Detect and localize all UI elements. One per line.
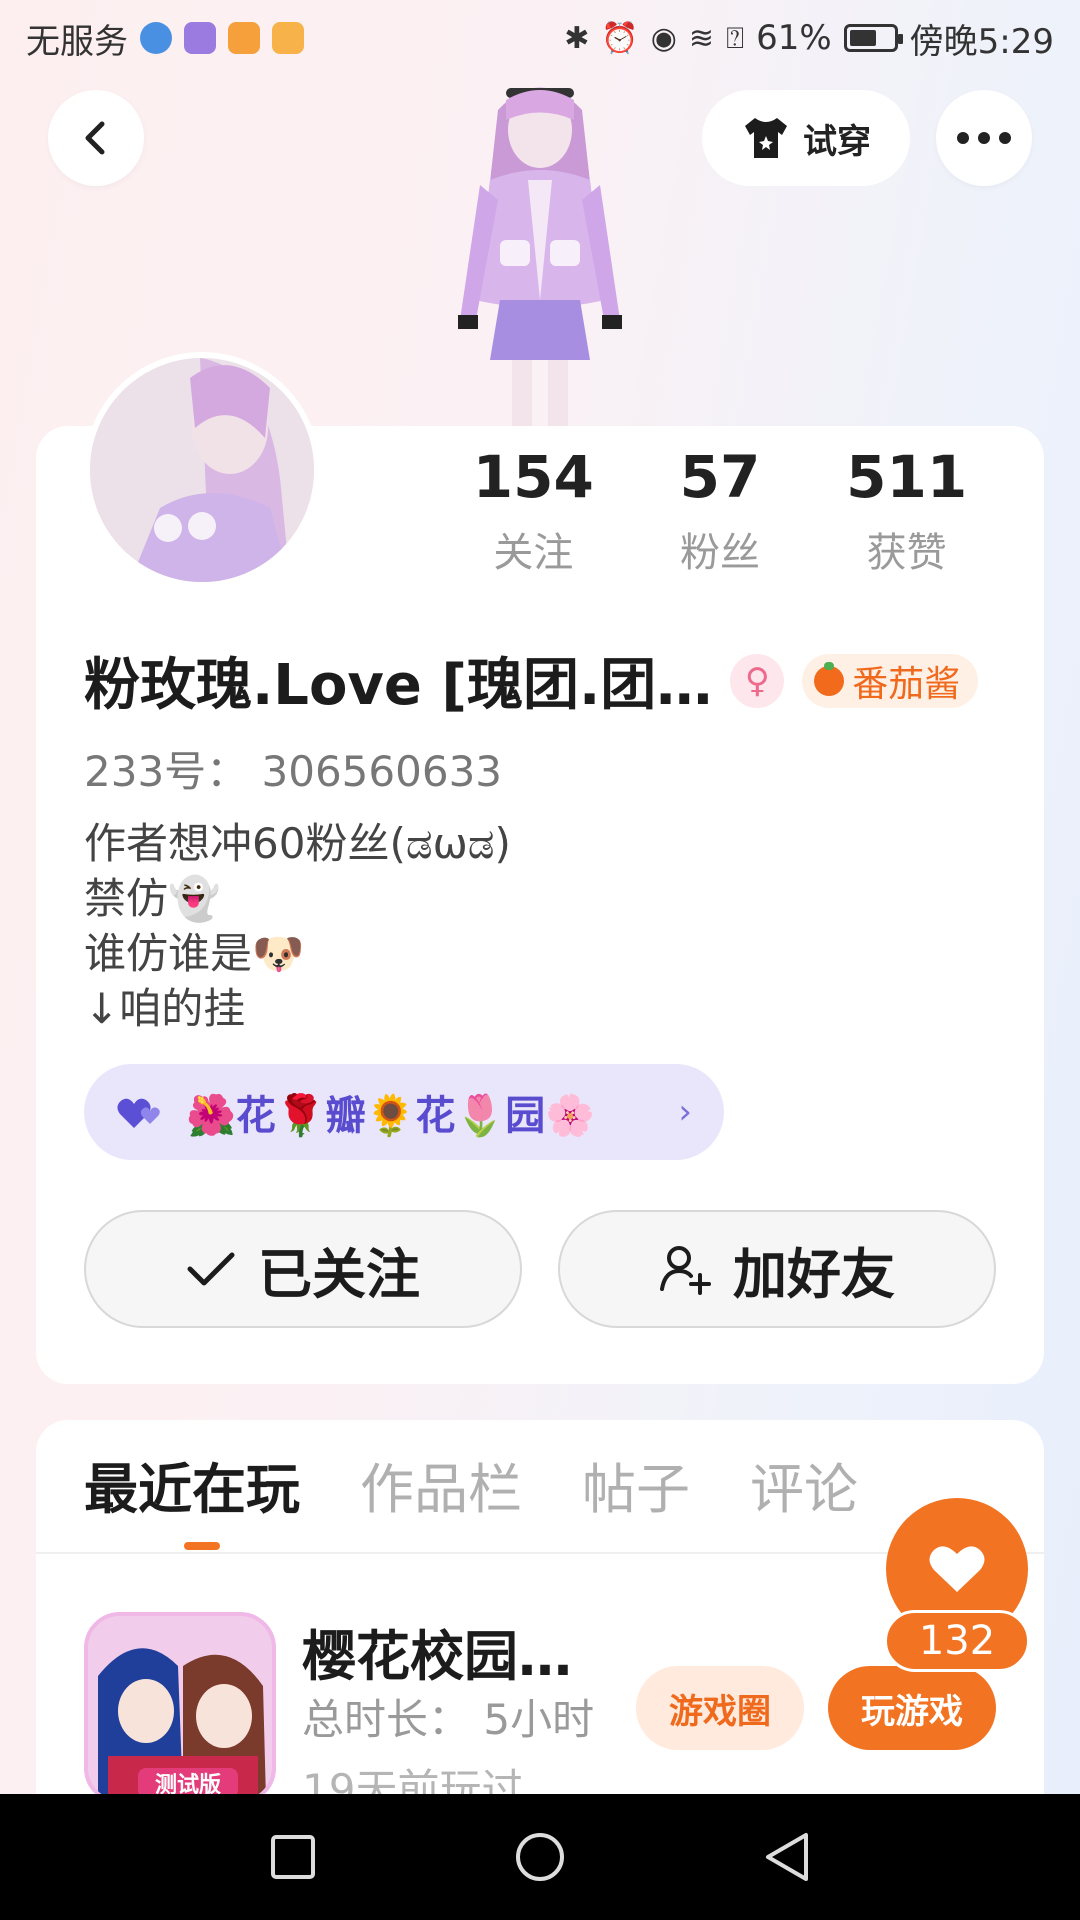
avatar-character-illustration[interactable] (420, 70, 660, 430)
stat-label: 粉丝 (680, 530, 760, 576)
stat-fans[interactable]: 57 粉丝 (627, 440, 814, 578)
check-icon (187, 1252, 235, 1286)
bio-line: ↓咱的挂 (84, 984, 246, 1033)
alarm-icon: ⏰ (601, 20, 639, 56)
heart-icon (929, 1546, 985, 1592)
game-icon[interactable]: 测试版 (84, 1612, 276, 1804)
avatar-image (90, 358, 314, 582)
bio-line: 谁仿谁是🐶 (84, 929, 305, 978)
clock-time: 傍晚5:29 (909, 21, 1054, 62)
user-id[interactable]: 233号： 306560633 (84, 738, 502, 799)
bluetooth-icon: ✱ (564, 20, 590, 56)
stat-value: 57 (679, 443, 761, 511)
game-icon-art: 测试版 (88, 1616, 272, 1800)
user-tag-label: 番茄酱 (852, 663, 961, 705)
tab-works[interactable]: 作品栏 (360, 1452, 522, 1528)
hearts-icon (117, 1098, 160, 1128)
stat-label: 关注 (493, 530, 574, 576)
stat-following[interactable]: 154 关注 (440, 440, 627, 578)
bio-line: 禁仿👻 (84, 874, 221, 923)
following-button[interactable]: 已关注 (84, 1210, 522, 1328)
bio-line: 作者想冲60粉丝(ಡωಡ) (84, 819, 511, 868)
tab-comments[interactable]: 评论 (750, 1452, 858, 1528)
try-on-button[interactable]: 试穿 (702, 90, 910, 186)
following-label: 已关注 (258, 1242, 420, 1306)
game-playtime: 总时长： 5小时 (302, 1695, 595, 1744)
female-gender-icon: ♀ (730, 653, 785, 708)
tshirt-icon (745, 118, 787, 158)
group-link[interactable]: 🌺花🌹瓣🌻花🌷园🌸 › (84, 1064, 724, 1160)
circle-icon (515, 1833, 564, 1881)
carrier-text: 无服务 (26, 21, 128, 62)
wifi-icon: ≋ (688, 20, 715, 56)
like-count: 132 (884, 1610, 1030, 1672)
battery-icon (843, 24, 903, 52)
stat-value: 511 (846, 443, 968, 511)
bio: 作者想冲60粉丝(ಡωಡ) 禁仿👻 谁仿谁是🐶 ↓咱的挂 (84, 816, 511, 1036)
profile-avatar[interactable] (84, 352, 320, 588)
game-app-icon (272, 22, 304, 54)
browser-app-icon (140, 22, 172, 54)
alert-icon: ⍰ (726, 20, 745, 56)
status-right: ✱ ⏰ ◉ ≋ ⍰ 61% 傍晚5:29 (564, 14, 1054, 63)
game-circle-button[interactable]: 游戏圈 (636, 1666, 804, 1750)
user-tag-badge[interactable]: 番茄酱 (802, 653, 979, 708)
video-app-icon (228, 22, 260, 54)
home-nav-button[interactable] (500, 1817, 580, 1897)
status-left: 无服务 (26, 14, 304, 63)
add-friend-button[interactable]: 加好友 (558, 1210, 996, 1328)
eye-comfort-icon: ◉ (650, 20, 677, 56)
tab-recently-played[interactable]: 最近在玩 (84, 1452, 300, 1528)
try-on-label: 试穿 (803, 121, 871, 162)
system-nav-bar (0, 1794, 1080, 1920)
add-friend-label: 加好友 (733, 1242, 895, 1306)
recents-nav-button[interactable] (253, 1817, 333, 1897)
back-button[interactable] (48, 90, 144, 186)
more-button[interactable] (936, 90, 1032, 186)
status-bar: 无服务 ✱ ⏰ ◉ ≋ ⍰ 61% 傍晚5:29 (0, 0, 1080, 76)
profile-tabs: 最近在玩 作品栏 帖子 评论 (84, 1452, 858, 1528)
username: 粉玫瑰.Love [瑰团.团… (84, 653, 713, 718)
stat-value: 154 (472, 443, 594, 511)
more-dots-icon (957, 132, 1011, 144)
profile-stats: 154 关注 57 粉丝 511 获赞 (440, 440, 1000, 578)
tab-posts[interactable]: 帖子 (582, 1452, 690, 1528)
user-plus-icon (660, 1246, 711, 1295)
stat-label: 获赞 (866, 530, 947, 576)
back-nav-button[interactable] (747, 1817, 827, 1897)
play-game-button[interactable]: 玩游戏 (828, 1666, 996, 1750)
triangle-back-icon (765, 1833, 808, 1881)
group-name: 🌺花🌹瓣🌻花🌷园🌸 (186, 1093, 596, 1139)
chevron-left-icon (85, 121, 105, 155)
active-tab-indicator (184, 1542, 220, 1550)
battery-percent: 61% (756, 18, 832, 58)
name-row: 粉玫瑰.Love [瑰团.团… ♀ 番茄酱 (84, 640, 979, 721)
game-title[interactable]: 樱花校园… (302, 1612, 572, 1691)
music-app-icon (184, 22, 216, 54)
chevron-right-icon: › (678, 1092, 692, 1132)
stat-likes[interactable]: 511 获赞 (813, 440, 1000, 578)
square-icon (271, 1835, 316, 1879)
tomato-icon (814, 661, 845, 696)
